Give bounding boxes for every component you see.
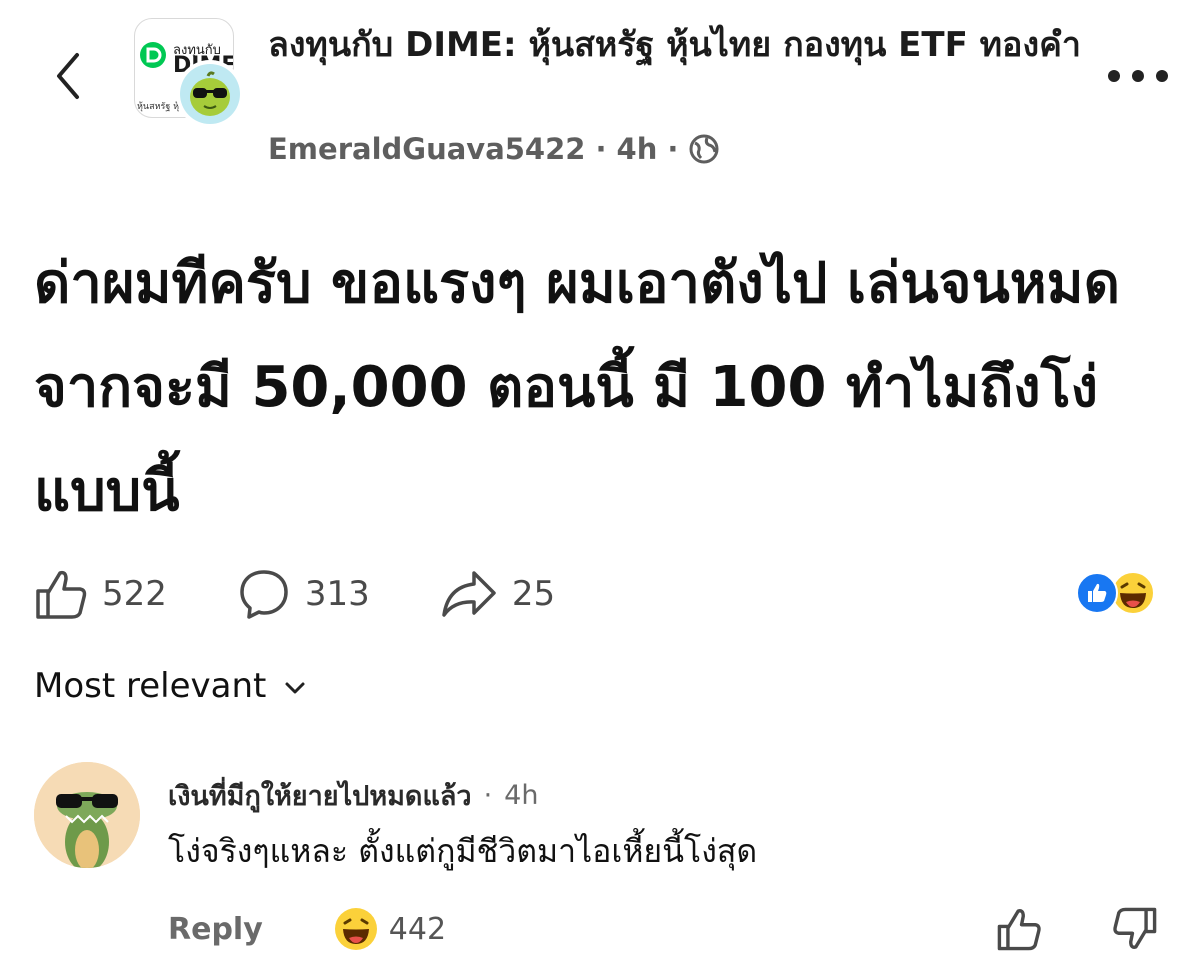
- share-count: 25: [511, 574, 556, 614]
- comment-actions: Reply 442: [168, 906, 446, 952]
- meta-separator: ·: [595, 132, 607, 166]
- post-text: ด่าผมทีครับ ขอแรงๆ ผมเอาตังไป เล่นจนหมด …: [34, 251, 1120, 524]
- share-arrow-icon: [442, 571, 496, 617]
- post-time[interactable]: 4h: [617, 132, 658, 166]
- comment-bubble-icon: [240, 570, 288, 619]
- post-meta: EmeraldGuava5422 · 4h ·: [268, 132, 720, 166]
- guava-avatar-icon: [190, 71, 230, 116]
- like-count: 522: [102, 574, 167, 614]
- comment-time: 4h: [504, 780, 539, 811]
- like-button[interactable]: 522: [34, 567, 167, 621]
- group-name[interactable]: ลงทุนกับ DIME: หุ้นสหรัฐ หุ้นไทย กองทุน …: [268, 22, 1088, 68]
- comment-count: 313: [304, 574, 370, 614]
- chevron-down-icon: [285, 682, 305, 694]
- thumbs-up-icon: [997, 909, 1041, 951]
- reaction-summary[interactable]: [1076, 570, 1172, 616]
- comment-separator: ·: [483, 780, 493, 811]
- reply-button[interactable]: Reply: [168, 912, 263, 947]
- author-name[interactable]: EmeraldGuava5422: [268, 132, 585, 166]
- commenter-name[interactable]: เงินที่มีกูให้ยายไปหมดแล้ว: [168, 774, 472, 817]
- globe-icon: [689, 134, 719, 164]
- comment-text: โง่จริงๆแหละ ตั้งแต่กูมีชีวิตมาไอเหี้ยนี…: [168, 832, 758, 870]
- share-button[interactable]: 25: [440, 567, 555, 621]
- haha-icon: [334, 908, 377, 950]
- comment-header: เงินที่มีกูให้ยายไปหมดแล้ว · 4h: [168, 774, 538, 817]
- comment-button[interactable]: 313: [237, 567, 370, 621]
- ellipsis-icon: [1108, 70, 1120, 82]
- more-options-button[interactable]: [1108, 56, 1168, 96]
- downvote-button[interactable]: [1112, 906, 1158, 956]
- commenter-avatar[interactable]: [34, 762, 140, 868]
- back-button[interactable]: [44, 48, 92, 104]
- comment-reactions[interactable]: 442: [333, 906, 446, 952]
- chevron-left-icon: [57, 53, 79, 99]
- comment-sort-dropdown[interactable]: Most relevant: [34, 666, 306, 706]
- user-avatar[interactable]: [176, 60, 244, 128]
- like-icon: [1076, 572, 1118, 614]
- dime-logo-icon: [140, 42, 166, 68]
- post-actions: 522 313 25: [34, 566, 625, 622]
- crocodile-avatar-icon: [34, 762, 140, 868]
- thumbs-up-icon: [36, 570, 87, 619]
- meta-separator: ·: [667, 132, 679, 166]
- upvote-button[interactable]: [996, 906, 1042, 956]
- comment-reaction-count: 442: [388, 911, 447, 947]
- sort-label: Most relevant: [34, 666, 267, 706]
- thumbs-down-icon: [1113, 907, 1157, 949]
